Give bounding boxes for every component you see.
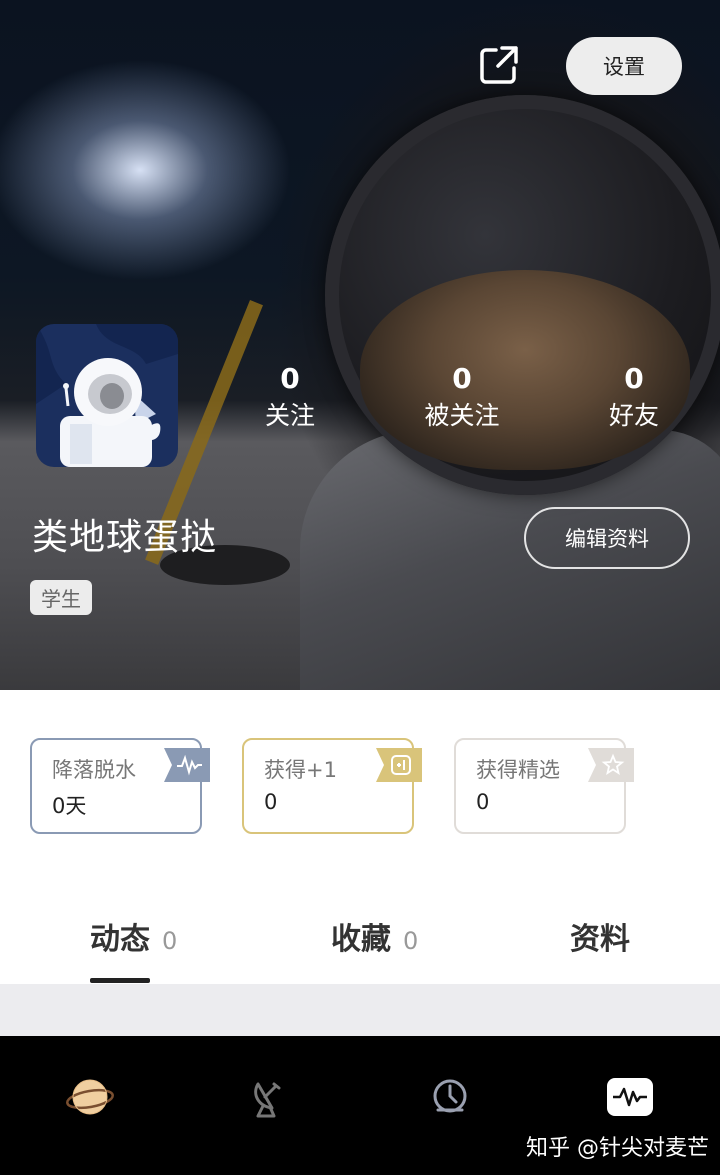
waveform-icon xyxy=(607,1078,653,1116)
username: 类地球蛋挞 xyxy=(32,517,218,558)
tab-favorites[interactable]: 收藏 0 xyxy=(331,914,418,958)
nav-profile[interactable] xyxy=(606,1076,654,1118)
tab-label: 收藏 xyxy=(331,922,391,957)
badge-card-dehydration[interactable]: 降落脱水 0天 xyxy=(30,738,210,834)
astronaut-helmet-icon xyxy=(433,1079,467,1113)
edit-profile-button[interactable]: 编辑资料 xyxy=(524,507,690,569)
badge-card-title: 获得精选 xyxy=(476,758,560,782)
badge-card-plus-one[interactable]: 获得+1 0 xyxy=(242,738,422,834)
badge-card-value: 0 xyxy=(264,790,278,814)
tab-label: 资料 xyxy=(570,922,630,957)
stat-friends-count: 0 xyxy=(624,362,644,395)
planet-icon xyxy=(66,1079,114,1115)
bottom-navigation: 知乎 @针尖对麦芒 xyxy=(0,1036,720,1175)
profile-header-background: 设置 0 关注 0 被关注 0 好友 类地球蛋挞 编辑资料 学生 xyxy=(0,0,720,690)
stat-following-count: 0 xyxy=(280,362,300,395)
nav-planet[interactable] xyxy=(66,1076,114,1118)
stat-friends[interactable]: 0 好友 xyxy=(574,360,694,434)
badge-card-featured[interactable]: 获得精选 0 xyxy=(454,738,634,834)
satellite-dish-icon xyxy=(254,1082,281,1118)
badge-card-value: 0 xyxy=(476,790,490,814)
stat-followers-count: 0 xyxy=(452,362,472,395)
plus-one-icon xyxy=(376,748,422,782)
stat-following[interactable]: 0 关注 xyxy=(230,360,350,434)
badge-card-value: 0天 xyxy=(52,794,87,818)
feed-area xyxy=(0,984,720,1036)
stat-friends-label: 好友 xyxy=(608,401,659,430)
stat-followers[interactable]: 0 被关注 xyxy=(402,360,522,434)
tab-count: 0 xyxy=(403,927,419,955)
share-icon xyxy=(480,46,518,84)
nav-explore[interactable] xyxy=(426,1076,474,1118)
nav-discover[interactable] xyxy=(246,1076,294,1118)
active-tab-indicator xyxy=(90,978,150,983)
tab-label: 动态 xyxy=(90,922,150,957)
watermark: 知乎 @针尖对麦芒 xyxy=(526,1136,709,1161)
badge-card-title: 获得+1 xyxy=(264,758,337,782)
tab-activity[interactable]: 动态 0 xyxy=(90,914,177,958)
profile-tabs: 动态 0 收藏 0 资料 xyxy=(0,904,720,984)
waveform-icon xyxy=(164,748,210,782)
tab-count: 0 xyxy=(162,927,178,955)
profile-content: 降落脱水 0天 获得+1 0 获得精选 0 动态 0 收藏 0 资料 xyxy=(0,690,720,984)
share-button[interactable] xyxy=(478,44,520,86)
stat-following-label: 关注 xyxy=(264,401,315,430)
tab-info[interactable]: 资料 xyxy=(570,914,630,958)
avatar[interactable] xyxy=(36,324,178,467)
stat-followers-label: 被关注 xyxy=(424,401,500,430)
badge-card-title: 降落脱水 xyxy=(52,758,136,782)
identity-tag: 学生 xyxy=(30,580,92,615)
settings-button[interactable]: 设置 xyxy=(566,37,682,95)
star-badge-icon xyxy=(588,748,634,782)
